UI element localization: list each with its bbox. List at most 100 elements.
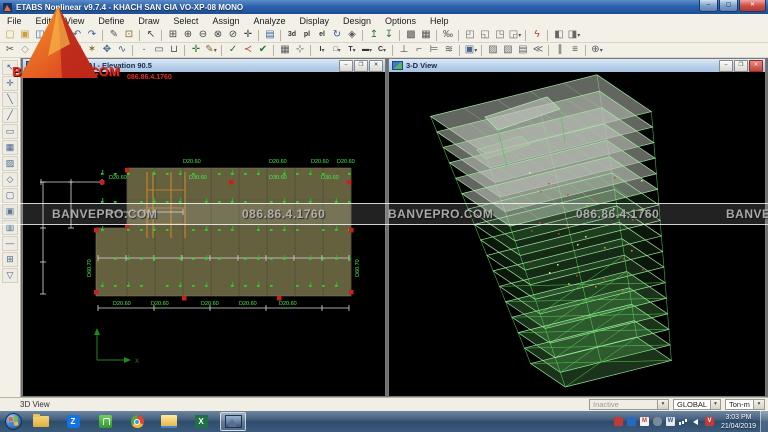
menu-analyze[interactable]: Analyze (246, 15, 292, 28)
menu-select[interactable]: Select (166, 15, 205, 28)
menu-help[interactable]: Help (423, 15, 456, 28)
explorer-app-button[interactable] (156, 412, 182, 431)
notify-red-icon[interactable] (613, 417, 623, 426)
note-button[interactable]: ✎ ▾ (204, 44, 218, 57)
frame-type-1-button[interactable]: ◰ (463, 29, 477, 42)
volume-icon[interactable] (692, 417, 701, 426)
draw-section-cut-button[interactable]: ▽ (2, 268, 18, 283)
zoom-in-button[interactable]: ⊕ (181, 29, 195, 42)
view-3d-button[interactable]: 3d (285, 29, 299, 42)
view3d-minimize-button[interactable]: – (719, 60, 733, 72)
select-intersect-button[interactable]: ⋉ (70, 44, 84, 57)
network-icon[interactable] (678, 417, 688, 426)
taskbar-clock[interactable]: 3:03 PM 21/04/2019 (721, 413, 756, 431)
spring-button[interactable]: ≋ (442, 44, 456, 57)
undo-button[interactable]: ↶ (70, 29, 84, 42)
lock-model-button[interactable]: ⊡ (122, 29, 136, 42)
draw-ref-button[interactable]: ▭ (152, 44, 166, 57)
print-button[interactable]: ▥ (48, 29, 62, 42)
excel-app-button[interactable]: X (188, 412, 214, 431)
menu-view[interactable]: View (58, 15, 91, 28)
section-i-button[interactable]: I ▾ (315, 44, 329, 57)
perspective-button[interactable]: ◈ (345, 29, 359, 42)
pattern-1-button[interactable]: ∥ (553, 44, 567, 57)
edit-pencil-button[interactable]: ✎ (107, 29, 121, 42)
select-line-button[interactable]: ∿ (115, 44, 129, 57)
select-star-button[interactable]: ✶ (85, 44, 99, 57)
assign-check-2-button[interactable]: ≺ (241, 44, 255, 57)
link-button[interactable]: ⊨ (427, 44, 441, 57)
show-desktop-button[interactable] (760, 411, 768, 432)
plan-restore-button[interactable]: ❐ (354, 60, 368, 72)
frame-type-4-button[interactable]: ◲ ▾ (508, 29, 522, 42)
move-story-up-button[interactable]: ↥ (367, 29, 381, 42)
assign-check-3-button[interactable]: ✔ (256, 44, 270, 57)
menu-edit[interactable]: Edit (29, 15, 59, 28)
snap-points-button[interactable]: ✂ (3, 44, 17, 57)
load-4-button[interactable]: ≪ (531, 44, 545, 57)
snap-ends-button[interactable]: ◇ (18, 44, 32, 57)
percent-button[interactable]: ‰ (441, 29, 455, 42)
section-tee-button[interactable]: T ▾ (345, 44, 359, 57)
object-shrink-button[interactable]: ▩ (404, 29, 418, 42)
zoom-previous-button[interactable]: ⊘ (226, 29, 240, 42)
menu-design[interactable]: Design (336, 15, 378, 28)
new-model-button[interactable]: ▢ (3, 29, 17, 42)
zalo-app-button[interactable]: Z (60, 412, 86, 431)
show-grid-button[interactable]: ▦ (278, 44, 292, 57)
etabs-app-button[interactable] (220, 412, 246, 431)
move-story-down-button[interactable]: ↧ (382, 29, 396, 42)
draw-area-button[interactable]: ◇ (2, 172, 18, 187)
redo-button[interactable]: ↷ (85, 29, 99, 42)
view3d-close-button[interactable]: ✕ (749, 60, 763, 72)
run-analysis-button[interactable]: ϟ (530, 29, 544, 42)
maximize-button[interactable]: ▢ (719, 0, 738, 12)
view-plan-button[interactable]: pl (300, 29, 314, 42)
draw-windows-button[interactable]: ⊞ (2, 252, 18, 267)
cloud-icon[interactable] (652, 417, 662, 426)
rubber-band-zoom-button[interactable]: ⊞ (166, 29, 180, 42)
snap-mid-button[interactable]: ◆ (33, 44, 47, 57)
plan-view-canvas[interactable]: D20.60 D20.60 D20.60 D20.60 D20.60 D30.60 D30.… (23, 72, 385, 396)
pointer-button[interactable]: ↖ (144, 29, 158, 42)
viewer-icon[interactable]: V (704, 417, 714, 426)
draw-quick-line-button[interactable]: ╱ (2, 108, 18, 123)
open-file-button[interactable]: ▣ (18, 29, 32, 42)
set-elements-button[interactable]: ▦ (419, 29, 433, 42)
gmail-icon[interactable]: M (639, 417, 649, 426)
draw-point-button[interactable]: · (137, 44, 151, 57)
design-steel-button[interactable]: ◨ ▾ (567, 29, 581, 42)
draw-wall-button[interactable]: ▥ (2, 220, 18, 235)
assign-check-1-button[interactable]: ✓ (226, 44, 240, 57)
save-file-button[interactable]: ◫ (33, 29, 47, 42)
minimize-button[interactable]: – (699, 0, 718, 12)
menu-display[interactable]: Display (292, 15, 336, 28)
section-bar-button[interactable]: ▬ ▾ (360, 44, 374, 57)
close-button[interactable]: ✕ (739, 0, 766, 12)
show-axes-button[interactable]: ⊹ (293, 44, 307, 57)
draw-rect-area-button[interactable]: ▢ (2, 188, 18, 203)
draw-beam-button[interactable]: ▭ (2, 124, 18, 139)
menu-options[interactable]: Options (378, 15, 423, 28)
page-view-button[interactable]: ▤ (263, 29, 277, 42)
section-c-button[interactable]: C ▾ (375, 44, 389, 57)
start-button[interactable] (5, 413, 22, 430)
support-button[interactable]: ⊥ (397, 44, 411, 57)
view-3d-canvas[interactable] (389, 72, 765, 396)
release-button[interactable]: ⌐ (412, 44, 426, 57)
load-2-button[interactable]: ▧ (501, 44, 515, 57)
menu-assign[interactable]: Assign (205, 15, 246, 28)
folder-app-button[interactable] (28, 412, 54, 431)
rotate-view-button[interactable]: ↻ (330, 29, 344, 42)
draw-line-button[interactable]: ╲ (2, 92, 18, 107)
coord-system-dropdown[interactable]: GLOBAL ▾ (673, 399, 721, 410)
frame-type-3-button[interactable]: ◳ (493, 29, 507, 42)
plan-close-button[interactable]: ✕ (369, 60, 383, 72)
pattern-2-button[interactable]: ≡ (568, 44, 582, 57)
view-3d-title-bar[interactable]: 3-D View – ❐ ✕ (389, 59, 765, 73)
reshape-object-button[interactable]: ✛ (2, 76, 18, 91)
zoom-full-button[interactable]: ⊗ (211, 29, 225, 42)
draw-quick-area-button[interactable]: ▣ (2, 204, 18, 219)
section-box-button[interactable]: □ ▾ (330, 44, 344, 57)
security-app-button[interactable] (92, 412, 118, 431)
